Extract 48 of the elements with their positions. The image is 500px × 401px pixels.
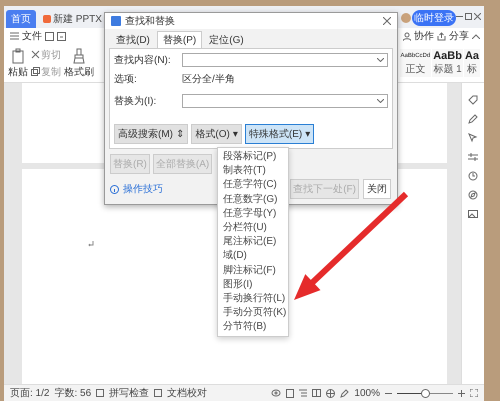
proofread-button[interactable]: 文档校对: [167, 386, 208, 400]
dialog-title: 查找和替换: [125, 14, 175, 28]
options-value: 区分全/半角: [182, 72, 235, 86]
style-preset[interactable]: Aa 标: [464, 49, 480, 77]
dialog-tab[interactable]: 查找(D): [110, 31, 156, 48]
style-preview: Aa: [464, 50, 479, 62]
style-preset[interactable]: AaBb 标题 1: [432, 49, 463, 77]
style-preview: AaBb: [433, 50, 462, 62]
file-menu[interactable]: 文件: [22, 29, 42, 43]
dialog-tab[interactable]: 定位(G): [203, 31, 250, 48]
menu-item[interactable]: 域(D): [223, 249, 286, 264]
menu-item[interactable]: 脚注标记(F): [223, 264, 286, 278]
options-label: 选项:: [114, 72, 138, 86]
dropdown-button[interactable]: 特殊格式(E) ▾: [244, 124, 314, 144]
style-name: 标: [466, 62, 477, 76]
word-count: 字数: 56: [54, 386, 92, 400]
dropdown-button[interactable]: 高级搜索(M) ⇕: [114, 124, 188, 144]
tool-label: 复制: [41, 66, 61, 78]
menu-item[interactable]: 分栏符(U): [223, 220, 286, 236]
style-name: 标题 1: [433, 62, 462, 76]
collaborate-button[interactable]: 协作: [414, 29, 434, 43]
zoom-level: 100%: [354, 388, 380, 398]
replace-label: 替换为(I):: [114, 94, 158, 108]
menu-item[interactable]: 任意字符(C): [223, 178, 286, 193]
document-tab[interactable]: 首页: [6, 10, 36, 28]
dialog-tab[interactable]: 替换(P): [156, 31, 202, 48]
menu-item[interactable]: 图形(I): [223, 278, 286, 292]
tool-label: 剪切: [41, 48, 61, 62]
menu-item[interactable]: 尾注标记(E): [223, 235, 286, 250]
menu-item[interactable]: 制表符(T): [223, 164, 286, 178]
document-tab[interactable]: 新建 PPTX: [38, 10, 107, 28]
login-button[interactable]: 临时登录: [412, 10, 456, 26]
tool-label: 格式刷: [64, 66, 94, 78]
dropdown-button[interactable]: 格式(O) ▾: [191, 124, 242, 144]
menu-item[interactable]: 手动换行符(L): [223, 292, 286, 306]
menu-item[interactable]: 任意数字(G): [223, 192, 286, 207]
share-button[interactable]: 分享: [449, 29, 469, 43]
find-label: 查找内容(N):: [114, 54, 172, 67]
dialog-button[interactable]: 关闭: [363, 179, 391, 199]
tool-label: 粘贴: [8, 66, 28, 78]
menu-item[interactable]: 段落标记(P): [223, 150, 286, 164]
menu-item[interactable]: 分节符(B): [223, 320, 286, 334]
page-count: 页面: 1/2: [10, 387, 50, 400]
menu-item[interactable]: 任意字母(Y): [223, 206, 286, 221]
tips-link[interactable]: 操作技巧: [123, 182, 163, 196]
menu-item[interactable]: 手动分页符(K): [223, 306, 286, 320]
spell-check-button[interactable]: 拼写检查: [109, 386, 150, 400]
style-name: 正文: [405, 62, 426, 76]
